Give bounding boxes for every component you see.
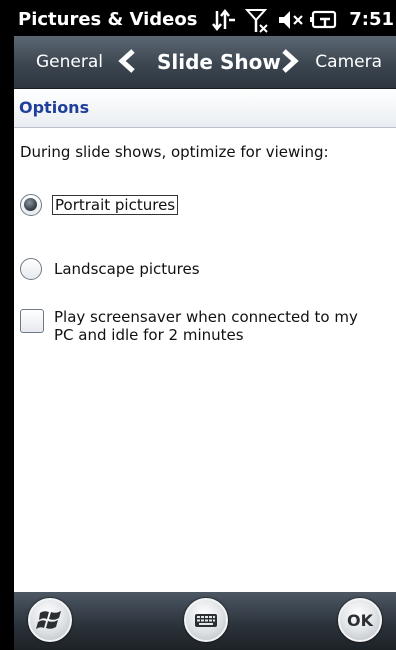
settings-content: Options During slide shows, optimize for… bbox=[14, 89, 396, 592]
landscape-label[interactable]: Landscape pictures bbox=[54, 260, 200, 278]
ok-button-label: OK bbox=[347, 611, 373, 630]
radio-selected-dot bbox=[24, 198, 37, 211]
description-text: During slide shows, optimize for viewing… bbox=[20, 143, 329, 161]
tab-general[interactable]: General bbox=[36, 52, 103, 72]
windows-start-icon[interactable] bbox=[28, 598, 72, 642]
status-bar: Pictures & Videos 7:51 bbox=[14, 0, 396, 36]
option-portrait[interactable]: Portrait pictures bbox=[14, 190, 396, 220]
tab-camera[interactable]: Camera bbox=[315, 52, 382, 72]
clock[interactable]: 7:51 bbox=[349, 9, 394, 30]
landscape-radio[interactable] bbox=[20, 258, 42, 280]
keyboard-icon[interactable] bbox=[184, 598, 228, 642]
ok-button[interactable]: OK bbox=[338, 598, 382, 642]
battery-charging-icon[interactable] bbox=[310, 10, 340, 34]
portrait-label[interactable]: Portrait pictures bbox=[52, 195, 179, 215]
speaker-muted-icon[interactable] bbox=[277, 9, 305, 35]
no-signal-icon[interactable] bbox=[244, 7, 271, 39]
option-screensaver[interactable]: Play screensaver when connected to my PC… bbox=[14, 306, 396, 350]
app-title: Pictures & Videos bbox=[18, 9, 198, 30]
option-landscape[interactable]: Landscape pictures bbox=[14, 254, 396, 284]
device-screen: Pictures & Videos 7:51 General Slide Sho… bbox=[0, 0, 396, 650]
screensaver-checkbox[interactable] bbox=[20, 309, 44, 333]
portrait-radio[interactable] bbox=[20, 194, 42, 216]
tab-header: General Slide Show Camera bbox=[14, 36, 396, 89]
chevron-right-icon[interactable] bbox=[280, 48, 300, 78]
bottom-bar: OK bbox=[14, 592, 396, 650]
section-title: Options bbox=[19, 98, 90, 117]
section-header: Options bbox=[14, 89, 396, 128]
screensaver-label[interactable]: Play screensaver when connected to my PC… bbox=[54, 308, 374, 344]
chevron-left-icon[interactable] bbox=[117, 48, 137, 78]
data-sync-icon[interactable] bbox=[211, 8, 237, 36]
tab-slide-show[interactable]: Slide Show bbox=[157, 50, 281, 74]
